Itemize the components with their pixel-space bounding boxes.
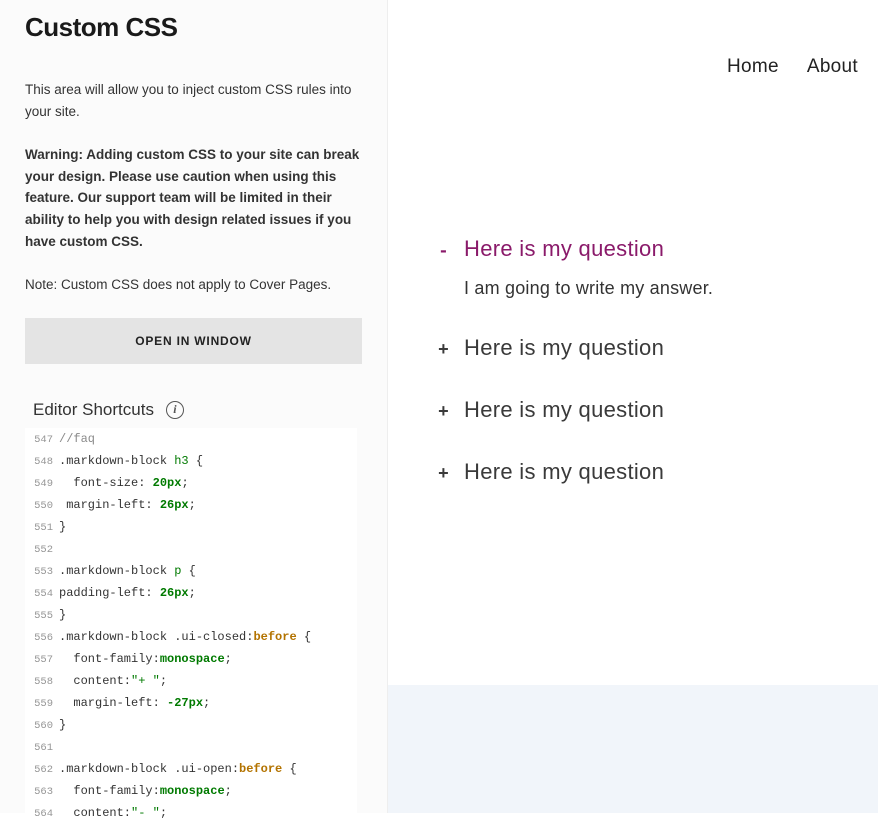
line-number: 562 [25,758,59,780]
line-number: 556 [25,626,59,648]
line-number: 563 [25,780,59,802]
code-content[interactable]: } [59,604,66,626]
code-line[interactable]: 550 margin-left: 26px; [25,494,357,516]
code-line[interactable]: 561 [25,736,357,758]
faq-answer: I am going to write my answer. [464,278,848,299]
faq-list: -Here is my questionI am going to write … [438,236,848,521]
panel-warning: Warning: Adding custom CSS to your site … [25,144,362,252]
panel-description: This area will allow you to inject custo… [25,79,362,122]
code-line[interactable]: 549 font-size: 20px; [25,472,357,494]
code-content[interactable]: .markdown-block p { [59,560,196,582]
faq-question[interactable]: Here is my question [464,335,664,361]
code-line[interactable]: 558 content:"+ "; [25,670,357,692]
line-number: 554 [25,582,59,604]
plus-icon[interactable]: + [438,465,464,485]
line-number: 555 [25,604,59,626]
plus-icon[interactable]: + [438,341,464,361]
code-line[interactable]: 557 font-family:monospace; [25,648,357,670]
line-number: 552 [25,538,59,560]
nav-link-home[interactable]: Home [727,56,779,78]
code-content[interactable]: .markdown-block .ui-closed:before { [59,626,311,648]
line-number: 548 [25,450,59,472]
info-icon[interactable]: i [166,401,184,419]
code-content[interactable]: padding-left: 26px; [59,582,196,604]
plus-icon[interactable]: + [438,403,464,423]
line-number: 547 [25,428,59,450]
faq-item[interactable]: +Here is my question [438,459,848,485]
line-number: 550 [25,494,59,516]
faq-item[interactable]: +Here is my question [438,335,848,361]
site-preview: Home About -Here is my questionI am goin… [388,0,878,813]
open-in-window-button[interactable]: OPEN IN WINDOW [25,318,362,364]
custom-css-panel: Custom CSS This area will allow you to i… [0,0,388,813]
line-number: 551 [25,516,59,538]
code-content[interactable]: margin-left: -27px; [59,692,210,714]
code-line[interactable]: 554padding-left: 26px; [25,582,357,604]
line-number: 557 [25,648,59,670]
code-line[interactable]: 553.markdown-block p { [25,560,357,582]
code-line[interactable]: 555} [25,604,357,626]
footer-band [388,685,878,813]
code-content[interactable]: } [59,516,66,538]
line-number: 553 [25,560,59,582]
code-line[interactable]: 559 margin-left: -27px; [25,692,357,714]
code-content[interactable]: font-size: 20px; [59,472,189,494]
code-content[interactable]: font-family:monospace; [59,780,232,802]
faq-item[interactable]: -Here is my question [438,236,848,262]
code-line[interactable]: 556.markdown-block .ui-closed:before { [25,626,357,648]
line-number: 549 [25,472,59,494]
code-line[interactable]: 563 font-family:monospace; [25,780,357,802]
faq-question[interactable]: Here is my question [464,459,664,485]
page-title: Custom CSS [25,12,362,43]
code-line[interactable]: 551} [25,516,357,538]
code-line[interactable]: 552 [25,538,357,560]
code-content[interactable]: } [59,714,66,736]
line-number: 560 [25,714,59,736]
code-line[interactable]: 560} [25,714,357,736]
code-content[interactable]: .markdown-block .ui-open:before { [59,758,297,780]
css-code-editor[interactable]: 547//faq548.markdown-block h3 {549 font-… [25,428,357,838]
line-number: 561 [25,736,59,758]
minus-icon[interactable]: - [438,242,464,262]
site-nav: Home About [727,56,858,78]
faq-question[interactable]: Here is my question [464,397,664,423]
code-line[interactable]: 548.markdown-block h3 { [25,450,357,472]
editor-shortcuts-row: Editor Shortcuts i [17,400,362,420]
nav-link-about[interactable]: About [807,56,858,78]
code-content[interactable]: content:"+ "; [59,670,167,692]
code-content[interactable]: //faq [59,428,95,450]
faq-item[interactable]: +Here is my question [438,397,848,423]
editor-shortcuts-label: Editor Shortcuts [33,400,154,420]
line-number: 558 [25,670,59,692]
code-content[interactable]: margin-left: 26px; [59,494,196,516]
code-line[interactable]: 547//faq [25,428,357,450]
panel-note: Note: Custom CSS does not apply to Cover… [25,274,362,296]
faq-question[interactable]: Here is my question [464,236,664,262]
code-content[interactable]: .markdown-block h3 { [59,450,203,472]
code-line[interactable]: 562.markdown-block .ui-open:before { [25,758,357,780]
code-content[interactable]: font-family:monospace; [59,648,232,670]
line-number: 559 [25,692,59,714]
